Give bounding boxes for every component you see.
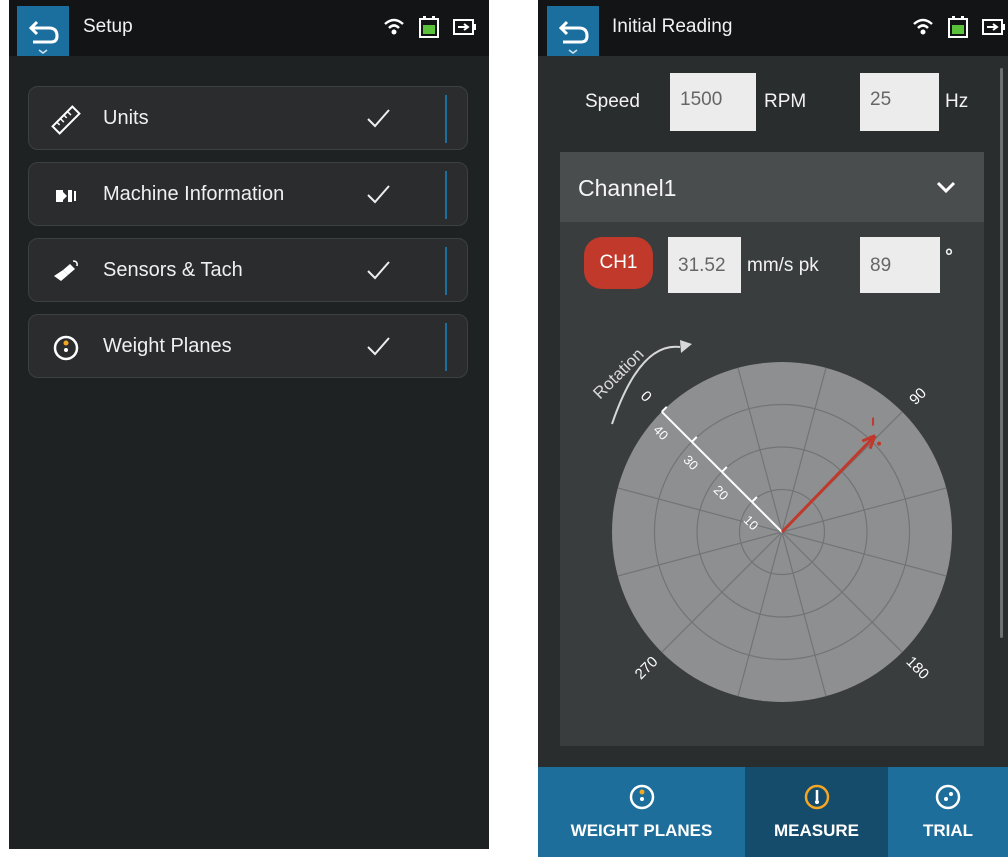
weight-plane-icon — [629, 784, 654, 810]
back-arrow-icon — [558, 20, 589, 54]
title-bar: Setup — [9, 0, 489, 56]
rotation-arrow-icon — [680, 340, 692, 353]
battery-icon — [419, 16, 439, 38]
setup-item-machine-information[interactable]: Machine Information — [28, 162, 468, 226]
tab-trial[interactable]: TRIAL — [888, 767, 1008, 857]
page-title: Initial Reading — [612, 16, 733, 37]
angle-label: 0 — [637, 388, 655, 406]
channel-title: Channel1 — [578, 175, 677, 201]
angle-label: 90 — [906, 385, 930, 409]
setup-item-label: Units — [103, 107, 149, 129]
trial-icon — [935, 784, 961, 810]
polar-plot: 403020100270 18090Rotation — [589, 340, 952, 702]
angle-label: 270 — [632, 653, 662, 683]
item-indicator — [445, 247, 447, 295]
speed-rpm-field[interactable]: 1500 — [670, 73, 756, 131]
back-button[interactable] — [547, 6, 599, 56]
item-indicator — [445, 323, 447, 371]
check-icon — [367, 337, 390, 356]
setup-item-weight-planes[interactable]: Weight Planes — [28, 314, 468, 378]
setup-screen: Setup Units Machine Information Sensors … — [9, 0, 489, 849]
tab-label: TRIAL — [922, 821, 974, 840]
channel-chip[interactable]: CH1 — [584, 237, 653, 289]
wifi-icon — [384, 18, 404, 35]
hz-unit: Hz — [945, 91, 969, 112]
setup-item-units[interactable]: Units — [28, 86, 468, 150]
check-icon — [367, 185, 390, 204]
tab-label: WEIGHT PLANES — [570, 821, 713, 840]
back-button[interactable] — [17, 6, 69, 56]
angle-label: 180 — [903, 653, 933, 683]
bottom-tab-bar: WEIGHT PLANES MEASURE TRIAL — [538, 767, 1008, 857]
amplitude-unit: mm/s pk — [747, 255, 819, 276]
rpm-unit: RPM — [764, 91, 807, 112]
channel-card: Channel1 CH1 31.52 mm/s pk 89 ° 40 30 20 10… — [560, 152, 984, 746]
charging-icon — [453, 19, 476, 35]
phase-unit: ° — [945, 246, 953, 268]
machine-icon — [56, 190, 76, 202]
gauge-icon — [804, 784, 829, 810]
setup-item-label: Weight Planes — [103, 335, 232, 357]
page-title: Setup — [83, 16, 133, 37]
rotation-label: Rotation — [589, 345, 647, 403]
initial-reading-screen: Initial Reading Speed 1500 RPM 25 Hz Cha… — [538, 0, 1008, 857]
weight-plane-icon — [53, 335, 79, 361]
setup-item-sensors-tach[interactable]: Sensors & Tach — [28, 238, 468, 302]
chevron-down-icon — [936, 181, 956, 194]
charging-icon — [982, 19, 1005, 35]
status-icons — [383, 16, 477, 38]
phase-field[interactable]: 89 — [860, 237, 940, 293]
status-icons — [912, 16, 1006, 38]
tab-label: MEASURE — [773, 821, 859, 840]
check-icon — [367, 109, 390, 128]
battery-icon — [948, 16, 968, 38]
wifi-icon — [913, 18, 933, 35]
setup-item-label: Machine Information — [103, 183, 285, 205]
item-indicator — [445, 171, 447, 219]
item-indicator — [445, 95, 447, 143]
check-icon — [367, 261, 390, 280]
scrollbar[interactable] — [1000, 68, 1003, 638]
setup-item-label: Sensors & Tach — [103, 259, 243, 281]
title-bar: Initial Reading — [538, 0, 1008, 56]
amplitude-field[interactable]: 31.52 — [668, 237, 741, 293]
speed-hz-field[interactable]: 25 — [860, 73, 939, 131]
tab-measure[interactable]: MEASURE — [745, 767, 888, 857]
back-arrow-icon — [28, 20, 59, 54]
vector-marker — [869, 435, 874, 440]
sensor-icon — [54, 260, 78, 281]
tab-weight-planes[interactable]: WEIGHT PLANES — [538, 767, 745, 857]
speed-label: Speed — [585, 91, 640, 112]
ruler-icon — [51, 105, 81, 135]
channel-header[interactable]: Channel1 — [560, 152, 984, 222]
vector-marker — [877, 441, 882, 446]
